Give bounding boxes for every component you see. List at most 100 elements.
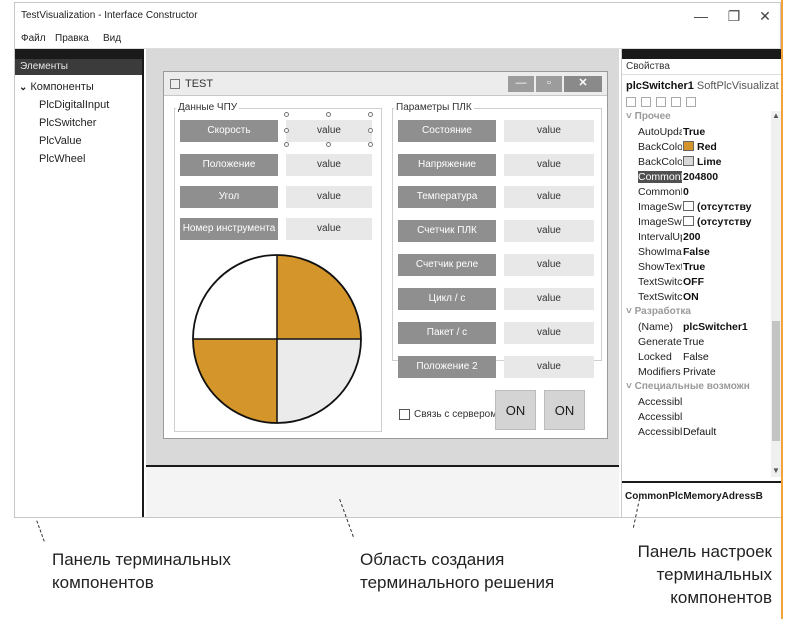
- scroll-down-icon[interactable]: ▼: [771, 466, 781, 475]
- chevron-down-icon[interactable]: ˅: [626, 381, 635, 392]
- cnc-tool-number-value[interactable]: value: [286, 218, 372, 240]
- component-item-switcher[interactable]: PlcSwitcher: [39, 117, 96, 129]
- menu-edit[interactable]: Правка: [55, 33, 89, 44]
- relay-counter-button[interactable]: Счетчик реле: [398, 254, 496, 276]
- property-category-design[interactable]: ˅ Разработка: [622, 306, 770, 321]
- plc-voltage-button[interactable]: Напряжение: [398, 154, 496, 176]
- resize-handle[interactable]: [326, 112, 331, 117]
- plc-wheel[interactable]: [190, 252, 364, 426]
- property-row[interactable]: Accessiblel: [622, 411, 770, 426]
- form-minimize-button[interactable]: —: [508, 76, 534, 92]
- property-row[interactable]: ShowImagFalse: [622, 246, 770, 261]
- cnc-position-value[interactable]: value: [286, 154, 372, 176]
- property-value[interactable]: True: [683, 126, 705, 138]
- property-row[interactable]: ShowText True: [622, 261, 770, 276]
- property-value[interactable]: Lime: [683, 156, 722, 168]
- minimize-button[interactable]: —: [687, 6, 715, 26]
- property-value[interactable]: (отсутству: [683, 201, 751, 213]
- plc-temperature-button[interactable]: Температура: [398, 186, 496, 208]
- component-item-value[interactable]: PlcValue: [39, 135, 82, 147]
- property-row[interactable]: Accessiblel: [622, 396, 770, 411]
- property-row[interactable]: (Name) plcSwitcher1: [622, 321, 770, 336]
- property-row[interactable]: AutoUpdatTrue: [622, 126, 770, 141]
- position2-button[interactable]: Положение 2: [398, 356, 496, 378]
- property-value[interactable]: OFF: [683, 276, 704, 288]
- relay-counter-value[interactable]: value: [504, 254, 594, 276]
- chevron-down-icon[interactable]: ˅: [626, 111, 635, 122]
- scroll-up-icon[interactable]: ▲: [771, 111, 781, 120]
- designed-form[interactable]: TEST — ▫ ✕ Данные ЧПУ Скорость value Пол…: [163, 71, 608, 439]
- design-area[interactable]: TEST — ▫ ✕ Данные ЧПУ Скорость value Пол…: [146, 49, 619, 517]
- scroll-thumb[interactable]: [772, 321, 780, 441]
- events-icon[interactable]: [671, 97, 682, 107]
- position2-value[interactable]: value: [504, 356, 594, 378]
- cnc-angle-button[interactable]: Угол: [180, 186, 278, 208]
- property-value[interactable]: plcSwitcher1: [683, 321, 748, 333]
- property-value[interactable]: Red: [683, 141, 717, 153]
- cnc-speed-button[interactable]: Скорость: [180, 120, 278, 142]
- cycles-per-sec-button[interactable]: Цикл / с: [398, 288, 496, 310]
- property-row[interactable]: Locked False: [622, 351, 770, 366]
- plc-voltage-value[interactable]: value: [504, 154, 594, 176]
- property-value[interactable]: True: [683, 261, 705, 273]
- plc-counter-value[interactable]: value: [504, 220, 594, 242]
- chevron-down-icon[interactable]: ˅: [626, 306, 635, 317]
- property-value[interactable]: (отсутству: [683, 216, 751, 228]
- resize-handle[interactable]: [284, 142, 289, 147]
- property-value[interactable]: True: [683, 336, 704, 348]
- plc-state-value[interactable]: value: [504, 120, 594, 142]
- property-value[interactable]: 0: [683, 186, 689, 198]
- cycles-per-sec-value[interactable]: value: [504, 288, 594, 310]
- restore-button[interactable]: ❐: [720, 6, 748, 26]
- on-switch-button-2[interactable]: ON: [544, 390, 585, 430]
- resize-handle[interactable]: [284, 112, 289, 117]
- resize-handle[interactable]: [368, 128, 373, 133]
- cnc-speed-value[interactable]: value: [286, 120, 372, 142]
- plc-counter-button[interactable]: Счетчик ПЛК: [398, 220, 496, 242]
- menu-file[interactable]: Файл: [21, 33, 46, 44]
- component-item-wheel[interactable]: PlcWheel: [39, 153, 85, 165]
- form-close-button[interactable]: ✕: [564, 76, 602, 92]
- server-connection-checkbox[interactable]: [399, 409, 410, 420]
- property-row[interactable]: TextSwitchOFF: [622, 276, 770, 291]
- resize-handle[interactable]: [284, 128, 289, 133]
- properties-icon[interactable]: [656, 97, 667, 107]
- property-category-misc[interactable]: ˅ Прочее: [622, 111, 770, 126]
- property-row[interactable]: AccessiblelDefault: [622, 426, 770, 441]
- property-grid-scrollbar[interactable]: ▲ ▼: [771, 111, 781, 477]
- property-row[interactable]: ImageSwitc (отсутству: [622, 201, 770, 216]
- categorized-icon[interactable]: [626, 97, 636, 107]
- property-row[interactable]: CommonP204800: [622, 171, 770, 186]
- property-row[interactable]: ImageSwitc (отсутству: [622, 216, 770, 231]
- property-row[interactable]: GenerateMTrue: [622, 336, 770, 351]
- packets-per-sec-button[interactable]: Пакет / с: [398, 322, 496, 344]
- plc-temperature-value[interactable]: value: [504, 186, 594, 208]
- property-value[interactable]: 204800: [683, 171, 718, 183]
- property-row[interactable]: CommonP0: [622, 186, 770, 201]
- menu-view[interactable]: Вид: [103, 33, 121, 44]
- close-button[interactable]: ✕: [751, 6, 779, 26]
- packets-per-sec-value[interactable]: value: [504, 322, 594, 344]
- alphabetical-icon[interactable]: [641, 97, 652, 107]
- property-row[interactable]: TextSwitchON: [622, 291, 770, 306]
- plc-state-button[interactable]: Состояние: [398, 120, 496, 142]
- property-category-access[interactable]: ˅ Специальные возможн: [622, 381, 770, 396]
- resize-handle[interactable]: [368, 112, 373, 117]
- property-value[interactable]: False: [683, 351, 709, 363]
- property-value[interactable]: False: [683, 246, 710, 258]
- property-value[interactable]: Private: [683, 366, 716, 378]
- components-group[interactable]: ⌄ Компоненты: [19, 81, 94, 93]
- property-row[interactable]: Modifiers Private: [622, 366, 770, 381]
- component-item-digitalinput[interactable]: PlcDigitalInput: [39, 99, 109, 111]
- property-value[interactable]: ON: [683, 291, 699, 303]
- cnc-tool-number-button[interactable]: Номер инструмента: [180, 218, 278, 240]
- form-maximize-button[interactable]: ▫: [536, 76, 562, 92]
- chevron-down-icon[interactable]: ⌄: [19, 82, 27, 93]
- cnc-position-button[interactable]: Положение: [180, 154, 278, 176]
- property-pages-icon[interactable]: [686, 97, 697, 107]
- resize-handle[interactable]: [368, 142, 373, 147]
- property-value[interactable]: 200: [683, 231, 701, 243]
- resize-handle[interactable]: [326, 142, 331, 147]
- cnc-angle-value[interactable]: value: [286, 186, 372, 208]
- property-row[interactable]: BackColorS Lime: [622, 156, 770, 171]
